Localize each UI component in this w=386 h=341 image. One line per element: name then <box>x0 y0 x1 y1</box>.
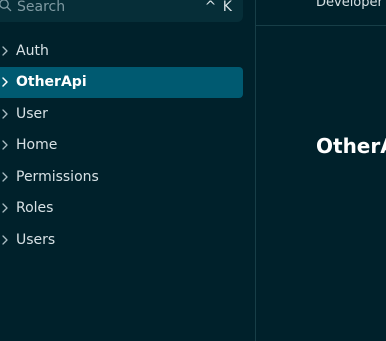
sidebar-item-roles[interactable]: Roles <box>0 193 243 225</box>
chevron-right-icon <box>2 140 8 150</box>
sidebar-item-otherapi[interactable]: OtherApi <box>0 66 243 98</box>
sidebar-nav: Auth OtherApi User Home Permissions Role… <box>0 35 243 256</box>
sidebar-item-label: Auth <box>16 42 49 59</box>
search-icon <box>0 0 12 12</box>
sidebar-item-users[interactable]: Users <box>0 224 243 256</box>
developer-link[interactable]: Developer <box>316 0 383 10</box>
search-shortcut: ^ K <box>204 0 233 15</box>
sidebar-item-user[interactable]: User <box>0 98 243 130</box>
sidebar: Search ^ K Auth OtherApi User Home Permi… <box>0 0 255 341</box>
sidebar-item-label: OtherApi <box>16 74 87 91</box>
page-title: OtherApi <box>316 134 386 159</box>
sidebar-item-label: User <box>16 105 48 122</box>
chevron-right-icon <box>2 235 8 245</box>
chevron-right-icon <box>2 172 8 182</box>
search-placeholder: Search <box>17 0 66 15</box>
sidebar-item-label: Roles <box>16 200 54 217</box>
main-content: Developer OtherApi <box>256 0 386 341</box>
sidebar-item-label: Home <box>16 137 58 154</box>
sidebar-item-label: Permissions <box>16 168 99 185</box>
chevron-right-icon <box>2 203 8 213</box>
sidebar-item-auth[interactable]: Auth <box>0 35 243 67</box>
topbar: Developer <box>256 0 386 26</box>
sidebar-item-permissions[interactable]: Permissions <box>0 161 243 193</box>
chevron-right-icon <box>2 46 8 56</box>
chevron-right-icon <box>2 109 8 119</box>
search-box[interactable]: Search ^ K <box>0 0 243 22</box>
sidebar-item-label: Users <box>16 231 56 248</box>
app-window: Search ^ K Auth OtherApi User Home Permi… <box>0 0 386 341</box>
sidebar-item-home[interactable]: Home <box>0 130 243 162</box>
chevron-right-icon <box>2 77 8 87</box>
